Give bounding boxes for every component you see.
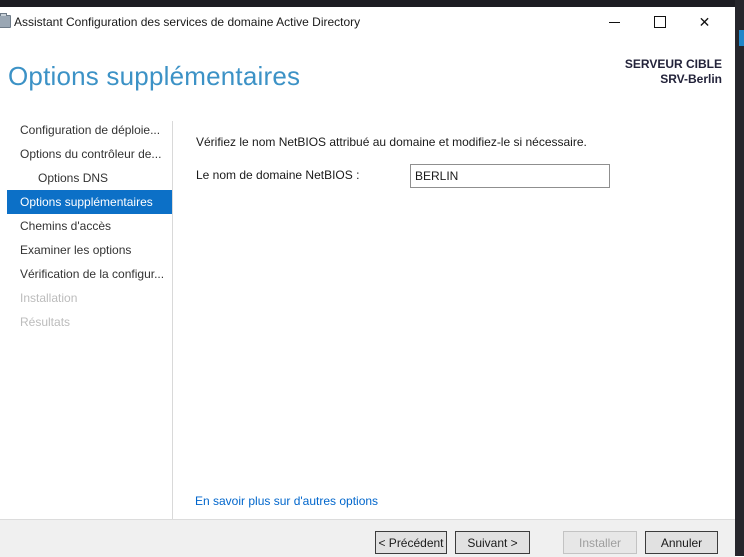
button-bar: < Précédent Suivant > Installer Annuler (0, 519, 735, 557)
nav-item-paths[interactable]: Chemins d'accès (7, 214, 172, 238)
nav-item-deployment-configuration[interactable]: Configuration de déploie... (7, 118, 172, 142)
desktop-background-fragment (739, 30, 744, 46)
nav-item-dns-options[interactable]: Options DNS (7, 166, 172, 190)
nav-item-prerequisites-check[interactable]: Vérification de la configur... (7, 262, 172, 286)
title-bar: Assistant Configuration des services de … (0, 7, 735, 37)
minimize-icon (609, 22, 620, 23)
target-server-label: SERVEUR CIBLE (625, 57, 722, 72)
learn-more-link[interactable]: En savoir plus sur d'autres options (195, 494, 378, 508)
page-header: Options supplémentaires SERVEUR CIBLE SR… (0, 37, 735, 121)
cancel-button[interactable]: Annuler (645, 531, 718, 554)
app-icon (0, 15, 11, 28)
desktop-background-right (735, 0, 744, 556)
maximize-button[interactable] (637, 7, 682, 37)
wizard-nav: Configuration de déploie... Options du c… (0, 118, 172, 526)
nav-item-review-options[interactable]: Examiner les options (7, 238, 172, 262)
nav-item-additional-options[interactable]: Options supplémentaires (7, 190, 172, 214)
close-button[interactable]: ✕ (682, 7, 727, 37)
install-button[interactable]: Installer (563, 531, 637, 554)
target-server-name: SRV-Berlin (625, 72, 722, 87)
close-icon: ✕ (699, 15, 711, 29)
nav-item-domain-controller-options[interactable]: Options du contrôleur de... (7, 142, 172, 166)
maximize-icon (654, 16, 666, 28)
page-title: Options supplémentaires (8, 61, 300, 91)
next-button[interactable]: Suivant > (455, 531, 530, 554)
nav-item-results: Résultats (7, 310, 172, 334)
netbios-label: Le nom de domaine NetBIOS : (196, 168, 359, 182)
page-content: Vérifiez le nom NetBIOS attribué au doma… (173, 118, 735, 526)
nav-item-installation: Installation (7, 286, 172, 310)
minimize-button[interactable] (592, 7, 637, 37)
instruction-text: Vérifiez le nom NetBIOS attribué au doma… (196, 135, 587, 149)
desktop-background-top (0, 0, 744, 7)
window-controls: ✕ (592, 7, 727, 37)
target-server-block: SERVEUR CIBLE SRV-Berlin (625, 57, 722, 87)
netbios-input[interactable] (410, 164, 610, 188)
window-title: Assistant Configuration des services de … (14, 15, 360, 29)
wizard-window: Assistant Configuration des services de … (0, 7, 735, 556)
previous-button[interactable]: < Précédent (375, 531, 447, 554)
